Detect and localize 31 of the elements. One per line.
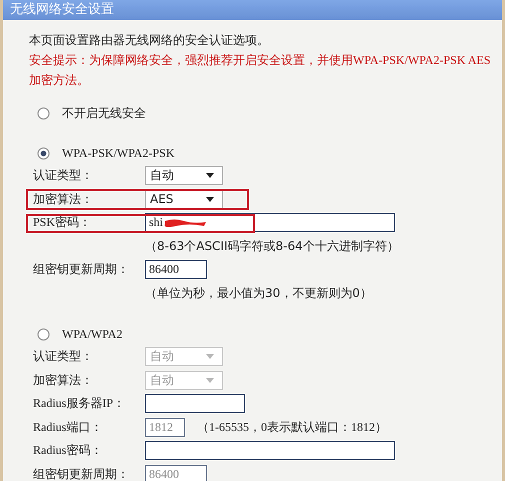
hint-text: （1-65535，0表示默认端口：1812） [197, 418, 387, 436]
intro-text: 本页面设置路由器无线网络的安全认证选项。 [29, 32, 270, 49]
radio-label[interactable]: 不开启无线安全 [62, 104, 146, 122]
input-field[interactable] [145, 394, 245, 414]
radio-button[interactable] [37, 146, 50, 160]
radio-label[interactable]: WPA-PSK/WPA2-PSK [62, 146, 174, 160]
caret-icon [206, 378, 214, 383]
field-label: 认证类型： [32, 348, 94, 366]
field-label: 组密钥更新周期： [32, 261, 130, 278]
input-field[interactable]: shi [145, 213, 395, 232]
radio-button[interactable] [37, 328, 50, 340]
caret-icon [206, 354, 214, 360]
hint-text: （8-63个ASCII码字符或8-64个十六进制字符） [144, 238, 400, 254]
field-label: 认证类型： [32, 167, 94, 184]
input-field[interactable]: 86400 [145, 260, 207, 280]
field-label: 组密钥更新周期： [32, 466, 130, 481]
input-field[interactable] [145, 441, 395, 460]
dropdown[interactable]: 自动 [145, 166, 223, 186]
caret-icon [206, 173, 214, 178]
field-label: Radius服务器IP： [32, 395, 126, 412]
field-label: 加密算法： [32, 372, 94, 389]
field-label: 加密算法： [32, 190, 94, 208]
security-warning: 安全提示：为保障网络安全，强烈推荐开启安全设置，并使用WPA-PSK/WPA2-PSK AES加密方法。 [29, 52, 492, 89]
field-label: Radius密码： [32, 442, 104, 460]
radio-button[interactable] [37, 106, 50, 120]
panel-title: 无线网络安全设置 [3, 0, 502, 20]
field-label: PSK密码： [32, 214, 92, 232]
radio-label[interactable]: WPA/WPA2 [62, 326, 122, 342]
caret-icon [206, 196, 214, 202]
field-label: Radius端口： [32, 418, 104, 436]
hint-text: （单位为秒，最小值为30，不更新则为0） [144, 284, 373, 302]
